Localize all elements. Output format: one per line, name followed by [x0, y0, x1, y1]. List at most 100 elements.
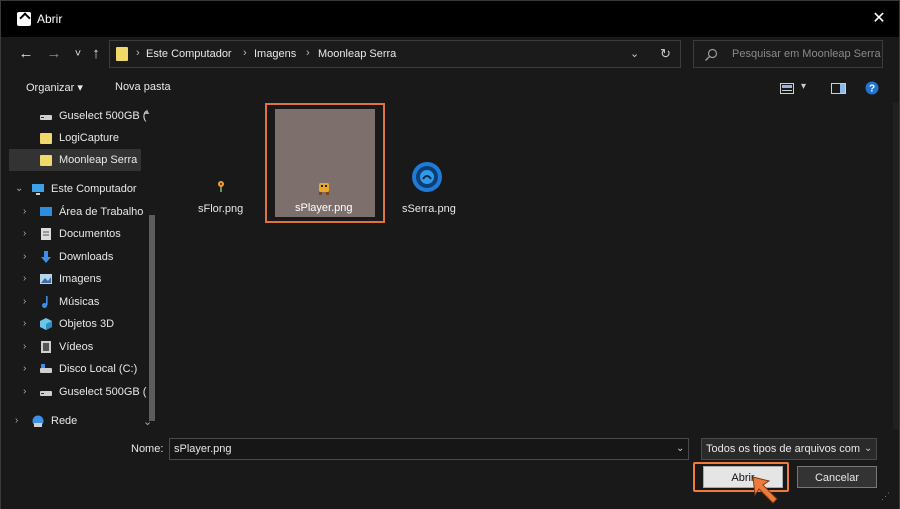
drive-icon — [40, 391, 52, 396]
network-icon — [32, 415, 44, 427]
chevron-right-icon[interactable]: › — [23, 341, 26, 352]
chevron-right-icon[interactable]: › — [23, 386, 26, 397]
forward-button[interactable]: → — [43, 43, 65, 65]
file-item-sserra[interactable]: sSerra.png — [397, 159, 461, 225]
cancel-button[interactable]: Cancelar — [797, 466, 877, 488]
navigation-pane[interactable]: Guselect 500GB ( LogiCapture Moonleap Se… — [9, 103, 155, 429]
view-options-icon[interactable] — [780, 83, 794, 94]
sidebar-item-videos[interactable]: › Vídeos — [9, 336, 141, 358]
chevron-right-icon[interactable]: › — [23, 273, 26, 284]
file-name-label: Nome: — [131, 443, 164, 455]
help-icon[interactable]: ? — [865, 81, 879, 95]
computer-icon — [32, 184, 44, 195]
file-name: sSerra.png — [402, 203, 456, 215]
file-item-sflor[interactable]: sFlor.png — [193, 169, 251, 225]
search-icon — [705, 48, 718, 61]
sidebar-item-imagens[interactable]: › Imagens — [9, 268, 141, 290]
address-dropdown-button[interactable]: ⌄ — [630, 47, 639, 60]
chevron-down-icon[interactable]: ⌄ — [15, 183, 23, 194]
sidebar-item-label: Vídeos — [59, 341, 94, 353]
sidebar-item-objetos-3d[interactable]: › Objetos 3D — [9, 313, 141, 335]
sidebar-item-area-de-trabalho[interactable]: › Área de Trabalho — [9, 201, 144, 223]
back-button[interactable]: ← — [15, 43, 37, 65]
sidebar-item-downloads[interactable]: › Downloads — [9, 246, 141, 268]
sidebar-item-disco-local[interactable]: › Disco Local (C:) — [9, 358, 141, 380]
sidebar-scrollbar[interactable] — [149, 103, 155, 429]
search-box[interactable]: Pesquisar em Moonleap Serra — [693, 40, 883, 68]
chevron-right-icon[interactable]: › — [23, 318, 26, 329]
sidebar-item-documentos[interactable]: › Documentos — [9, 223, 141, 245]
dialog-title: Abrir — [37, 12, 63, 26]
sidebar-item-label: Rede — [51, 415, 78, 427]
organize-menu[interactable]: Organizar ▾ — [26, 81, 83, 94]
chevron-right-icon[interactable]: › — [15, 415, 18, 426]
file-name: sPlayer.png — [295, 202, 353, 214]
navigation-bar: ← → ˅ ↑ › Este Computador › Imagens › Mo… — [1, 37, 899, 71]
sidebar-item-label: Área de Trabalho — [59, 206, 144, 218]
breadcrumb-separator: › — [306, 47, 310, 59]
refresh-button[interactable]: ↻ — [660, 46, 671, 62]
sidebar-item-label: Downloads — [59, 251, 114, 263]
sidebar-item-moonleap-serra[interactable]: Moonleap Serra — [9, 149, 141, 171]
file-name-value: sPlayer.png — [174, 443, 232, 455]
search-input[interactable]: Pesquisar em Moonleap Serra — [732, 48, 881, 60]
breadcrumb-separator: › — [136, 47, 140, 59]
saw-sprite-icon — [412, 162, 442, 192]
sidebar-item-logicapture[interactable]: LogiCapture — [9, 127, 141, 149]
sidebar-item-label: Disco Local (C:) — [59, 363, 138, 375]
sidebar-scrollbar-thumb[interactable] — [149, 215, 155, 421]
scroll-up-icon[interactable]: ▲ — [143, 107, 151, 116]
breadcrumb-imagens[interactable]: Imagens — [254, 48, 296, 60]
resize-grip-icon[interactable]: ⋰ — [881, 491, 890, 502]
sidebar-item-label: LogiCapture — [59, 132, 119, 144]
file-name-input[interactable]: sPlayer.png ⌄ — [169, 438, 689, 460]
chevron-right-icon[interactable]: › — [23, 251, 26, 262]
pointer-arrow-icon — [752, 476, 778, 504]
breadcrumb-moonleap-serra[interactable]: Moonleap Serra — [318, 48, 396, 60]
chevron-down-icon[interactable]: ⌄ — [676, 443, 684, 454]
drive-icon — [40, 115, 52, 120]
address-bar[interactable]: › Este Computador › Imagens › Moonleap S… — [109, 40, 681, 68]
sidebar-item-label: Este Computador — [51, 183, 137, 195]
breadcrumb-separator: › — [243, 47, 247, 59]
chevron-right-icon[interactable]: › — [23, 296, 26, 307]
open-file-dialog: Abrir ✕ ← → ˅ ↑ › Este Computador › Imag… — [0, 0, 900, 509]
chevron-right-icon[interactable]: › — [23, 363, 26, 374]
desktop-icon — [40, 207, 52, 216]
file-type-value: Todos os tipos de arquivos com — [706, 443, 861, 455]
sidebar-item-label: Músicas — [59, 296, 100, 308]
disk-icon — [40, 364, 52, 373]
folder-icon — [40, 155, 52, 166]
sidebar-item-guselect[interactable]: › Guselect 500GB ( — [9, 381, 146, 403]
new-folder-button[interactable]: Nova pasta — [115, 81, 171, 93]
flower-sprite-icon — [218, 181, 224, 192]
sidebar-item-guselect-top[interactable]: Guselect 500GB ( — [9, 105, 146, 127]
chevron-down-icon: ⌄ — [864, 443, 873, 454]
breadcrumb-este-computador[interactable]: Este Computador — [146, 48, 232, 60]
sidebar-item-label: Documentos — [59, 228, 121, 240]
file-name: sFlor.png — [198, 203, 244, 215]
sidebar-item-label: Imagens — [59, 273, 102, 285]
sidebar-item-este-computador[interactable]: ⌄ Este Computador — [9, 178, 141, 200]
objects3d-icon — [40, 318, 52, 330]
view-dropdown-icon[interactable]: ▾ — [801, 81, 806, 92]
file-list-view[interactable]: sFlor.png sPlayer.png sSerra.png — [159, 103, 891, 429]
videos-icon — [41, 341, 51, 353]
preview-pane-icon[interactable] — [831, 83, 846, 94]
sidebar-item-label: Moonleap Serra — [59, 154, 138, 166]
close-button[interactable]: ✕ — [865, 7, 893, 31]
sidebar-item-musicas[interactable]: › Músicas — [9, 291, 141, 313]
svg-text:?: ? — [869, 84, 875, 95]
title-bar: Abrir ✕ — [1, 1, 899, 37]
chevron-right-icon[interactable]: › — [23, 228, 26, 239]
sidebar-item-label: Objetos 3D — [59, 318, 115, 330]
sidebar-item-label: Guselect 500GB ( — [59, 110, 147, 122]
file-item-splayer[interactable]: sPlayer.png — [275, 109, 375, 217]
dialog-app-icon — [17, 12, 31, 26]
sidebar-item-rede[interactable]: › Rede — [9, 410, 141, 429]
scroll-down-icon[interactable]: ⌄ — [143, 415, 152, 428]
folder-icon — [116, 47, 128, 61]
chevron-right-icon[interactable]: › — [23, 206, 26, 217]
up-button[interactable]: ↑ — [85, 43, 107, 65]
file-type-select[interactable]: Todos os tipos de arquivos com ⌄ — [701, 438, 877, 460]
